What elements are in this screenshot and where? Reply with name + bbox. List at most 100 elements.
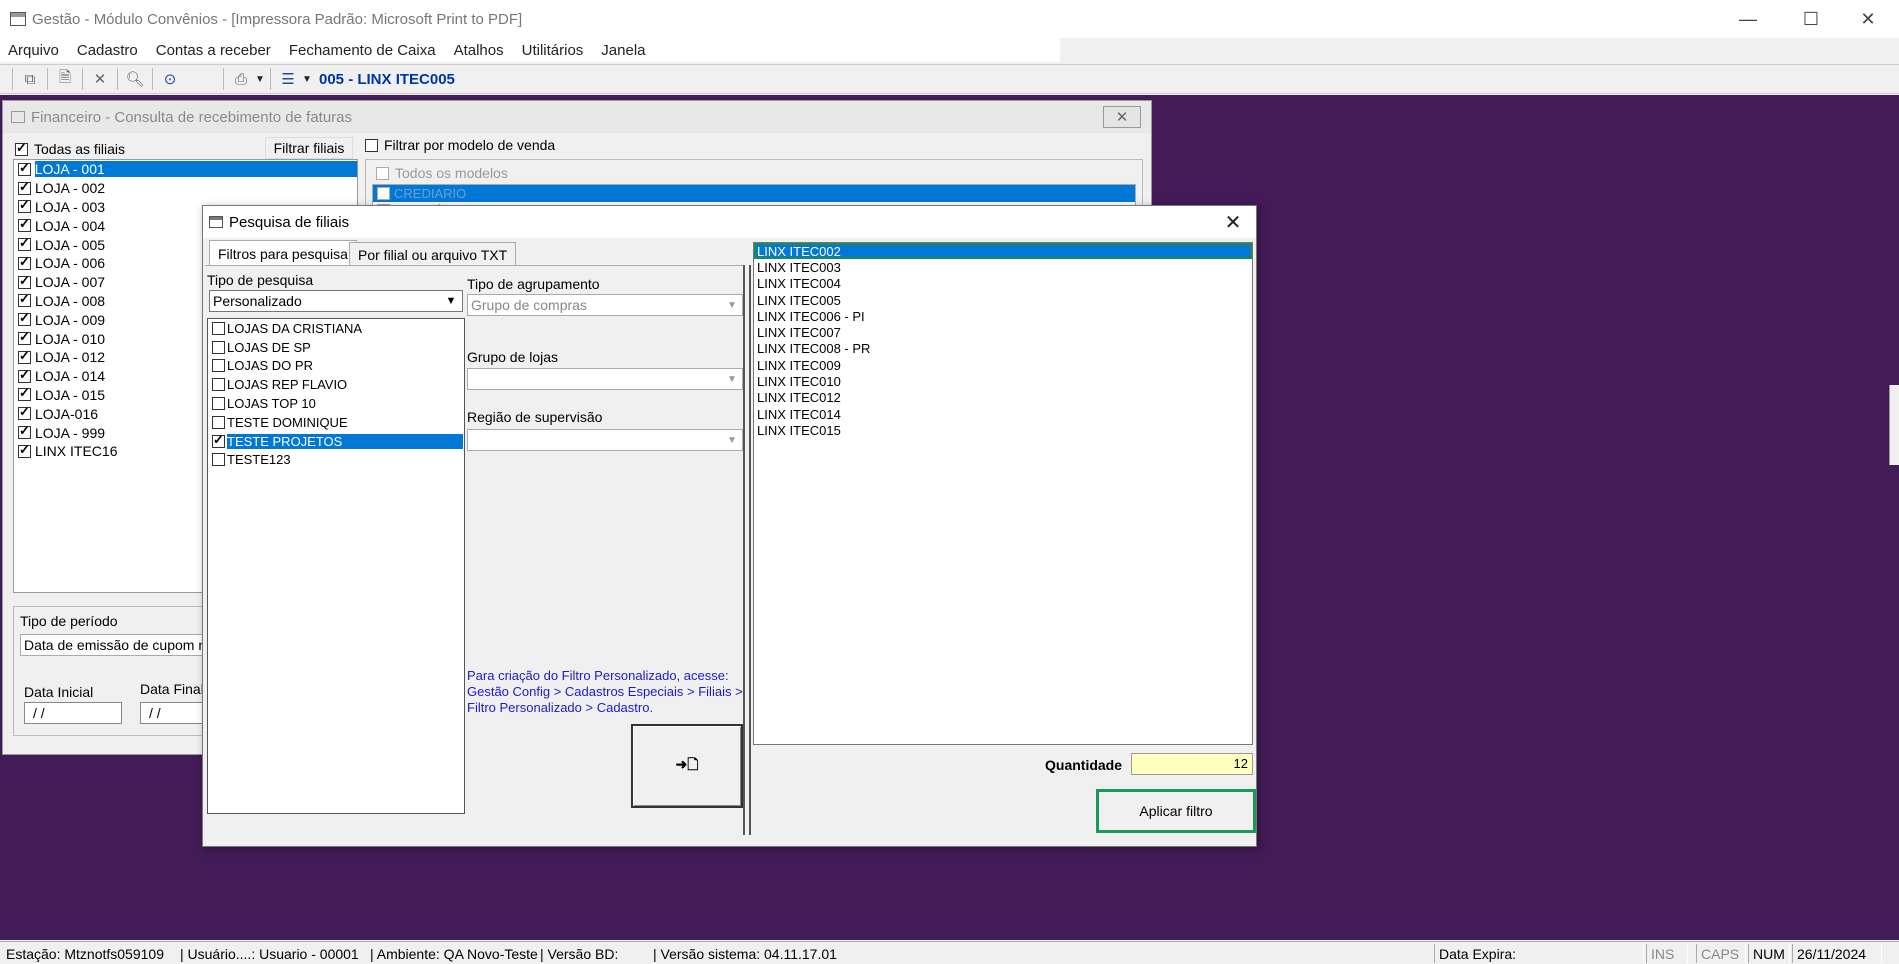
checkbox-icon[interactable] — [18, 254, 31, 270]
resultado-item[interactable]: LINX ITEC004 — [754, 276, 1252, 292]
grupo-item[interactable]: LOJAS TOP 10 — [208, 394, 464, 413]
checkbox-icon[interactable] — [212, 415, 225, 429]
aplicar-filtro-button[interactable]: Aplicar filtro — [1096, 789, 1256, 833]
checkbox-icon[interactable] — [18, 329, 31, 346]
tab-filtros-pesquisa[interactable]: Filtros para pesquisa — [209, 240, 357, 266]
resultado-item[interactable]: LINX ITEC003 — [754, 259, 1252, 275]
tipo-agrupamento-select[interactable]: Grupo de compras ▼ — [467, 294, 743, 316]
grupo-item[interactable]: LOJAS REP FLAVIO — [208, 375, 464, 394]
checkbox-icon[interactable] — [18, 216, 31, 233]
tipo-periodo-select[interactable]: Data de emissão de cupom nã — [20, 634, 210, 656]
checkbox-icon[interactable] — [18, 385, 31, 402]
status-bar: Estação: Mtznotfs059109 | Usuário....: U… — [0, 941, 1899, 964]
checkbox-icon[interactable] — [377, 187, 390, 200]
loja-item[interactable]: LOJA - 002 — [14, 179, 357, 198]
copy-icon[interactable]: ⧉ — [17, 68, 43, 90]
resultados-list[interactable]: LINX ITEC002 LINX ITEC003 LINX ITEC004 LINX… — [753, 242, 1253, 745]
minimize-button[interactable]: — — [1720, 0, 1776, 38]
close-button[interactable]: ✕ — [1840, 0, 1896, 38]
current-store[interactable]: 005 - LINX ITEC005 — [319, 71, 455, 88]
grupo-item[interactable]: TESTE PROJETOS — [208, 432, 464, 451]
checkbox-icon[interactable] — [18, 197, 31, 214]
chevron-down-icon[interactable]: ▼ — [724, 432, 740, 448]
menu-utilitarios[interactable]: Utilitários — [522, 42, 584, 59]
checkbox-icon[interactable] — [212, 397, 225, 411]
store-switch-icon[interactable]: ☰ — [275, 68, 301, 90]
resultado-item[interactable]: LINX ITEC012 — [754, 390, 1252, 406]
resultado-item[interactable]: LINX ITEC014 — [754, 406, 1252, 422]
new-document-icon[interactable]: 🗎 — [52, 68, 78, 90]
grupo-lojas-select[interactable]: ▼ — [467, 368, 743, 390]
financeiro-close-button[interactable]: ✕ — [1103, 106, 1141, 128]
resultado-item[interactable]: LINX ITEC005 — [754, 292, 1252, 308]
dialog-close-button[interactable]: ✕ — [1218, 208, 1248, 236]
resultado-item[interactable]: LINX ITEC002 — [754, 243, 1252, 260]
checkbox-icon[interactable] — [212, 340, 225, 354]
chevron-down-icon[interactable]: ▼ — [254, 68, 266, 90]
menu-cadastro[interactable]: Cadastro — [77, 42, 138, 59]
resultado-item[interactable]: LINX ITEC009 — [754, 357, 1252, 373]
checkbox-icon[interactable] — [212, 321, 225, 335]
chevron-down-icon[interactable]: ▼ — [442, 292, 460, 310]
checkbox-icon[interactable] — [18, 348, 31, 364]
regiao-supervisao-select[interactable]: ▼ — [467, 429, 743, 451]
menu-contas-a-receber[interactable]: Contas a receber — [156, 42, 271, 59]
delete-icon[interactable]: ✕ — [87, 68, 113, 90]
splitter[interactable] — [743, 265, 751, 835]
checkbox-icon[interactable] — [18, 179, 31, 195]
resultado-item-label: LINX ITEC008 - PR — [757, 341, 871, 357]
todas-filiais-checkbox[interactable]: Todas as filiais — [15, 140, 125, 157]
resultado-item[interactable]: LINX ITEC010 — [754, 373, 1252, 389]
todos-modelos-checkbox[interactable]: Todos os modelos — [376, 165, 508, 181]
checkbox-icon[interactable] — [15, 140, 28, 156]
checkbox-icon[interactable] — [18, 160, 31, 176]
periodo-group: Tipo de período Data de emissão de cupom… — [13, 606, 220, 736]
resultado-item-label: LINX ITEC006 - PI — [757, 308, 865, 324]
chevron-down-icon[interactable]: ▼ — [724, 371, 740, 387]
modelo-item[interactable]: CREDIARIO — [373, 185, 1135, 202]
transfer-button[interactable]: ➜🗋 — [631, 724, 743, 808]
tab-por-filial-txt[interactable]: Por filial ou arquivo TXT — [349, 242, 517, 266]
filtrar-modelo-checkbox[interactable]: Filtrar por modelo de venda — [365, 137, 555, 153]
checkbox-icon[interactable] — [212, 378, 225, 392]
loja-item-label: LOJA - 002 — [35, 180, 106, 197]
checkbox-icon[interactable] — [18, 310, 31, 327]
checkbox-icon[interactable] — [18, 423, 31, 440]
checkbox-icon[interactable] — [18, 367, 31, 383]
menu-fechamento-de-caixa[interactable]: Fechamento de Caixa — [289, 42, 436, 59]
chevron-down-icon[interactable]: ▼ — [724, 297, 740, 313]
grupo-item[interactable]: LOJAS DO PR — [208, 357, 464, 376]
checkbox-icon[interactable] — [18, 273, 31, 289]
menu-atalhos[interactable]: Atalhos — [454, 42, 504, 59]
print-icon[interactable]: ⎙ — [228, 68, 254, 90]
menu-janela[interactable]: Janela — [601, 42, 645, 59]
grupo-item[interactable]: TESTE123 — [208, 451, 464, 470]
grupo-item[interactable]: TESTE DOMINIQUE — [208, 413, 464, 432]
resultado-item[interactable]: LINX ITEC008 - PR — [754, 341, 1252, 357]
refresh-icon[interactable]: ⊙ — [157, 68, 183, 90]
resultado-item[interactable]: LINX ITEC015 — [754, 422, 1252, 438]
resultado-item[interactable]: LINX ITEC006 - PI — [754, 308, 1252, 324]
checkbox-icon[interactable] — [18, 442, 31, 458]
resultado-item[interactable]: LINX ITEC007 — [754, 324, 1252, 340]
edge-scroll-handle[interactable] — [1889, 385, 1899, 465]
grupos-list[interactable]: LOJAS DA CRISTIANA LOJAS DE SP LOJAS DO PR… — [207, 318, 465, 814]
search-icon[interactable]: 🔍︎ — [122, 68, 148, 90]
filtrar-filiais-button[interactable]: Filtrar filiais — [265, 137, 353, 159]
loja-item[interactable]: LOJA - 001 — [14, 160, 357, 179]
checkbox-icon[interactable] — [18, 404, 31, 421]
grupo-item[interactable]: LOJAS DA CRISTIANA — [208, 319, 464, 338]
tipo-pesquisa-select[interactable]: Personalizado ▼ — [209, 290, 463, 312]
grupo-item[interactable]: LOJAS DE SP — [208, 338, 464, 357]
checkbox-icon[interactable] — [18, 235, 31, 252]
chevron-down-icon[interactable]: ▼ — [301, 68, 313, 90]
menu-arquivo[interactable]: Arquivo — [8, 42, 59, 59]
checkbox-icon[interactable] — [212, 432, 225, 448]
checkbox-icon[interactable] — [376, 166, 389, 180]
maximize-button[interactable]: ☐ — [1783, 0, 1839, 38]
checkbox-icon[interactable] — [365, 138, 378, 152]
checkbox-icon[interactable] — [18, 291, 31, 308]
checkbox-icon[interactable] — [212, 453, 225, 467]
checkbox-icon[interactable] — [212, 359, 225, 373]
data-inicial-input[interactable]: / / — [24, 702, 122, 724]
